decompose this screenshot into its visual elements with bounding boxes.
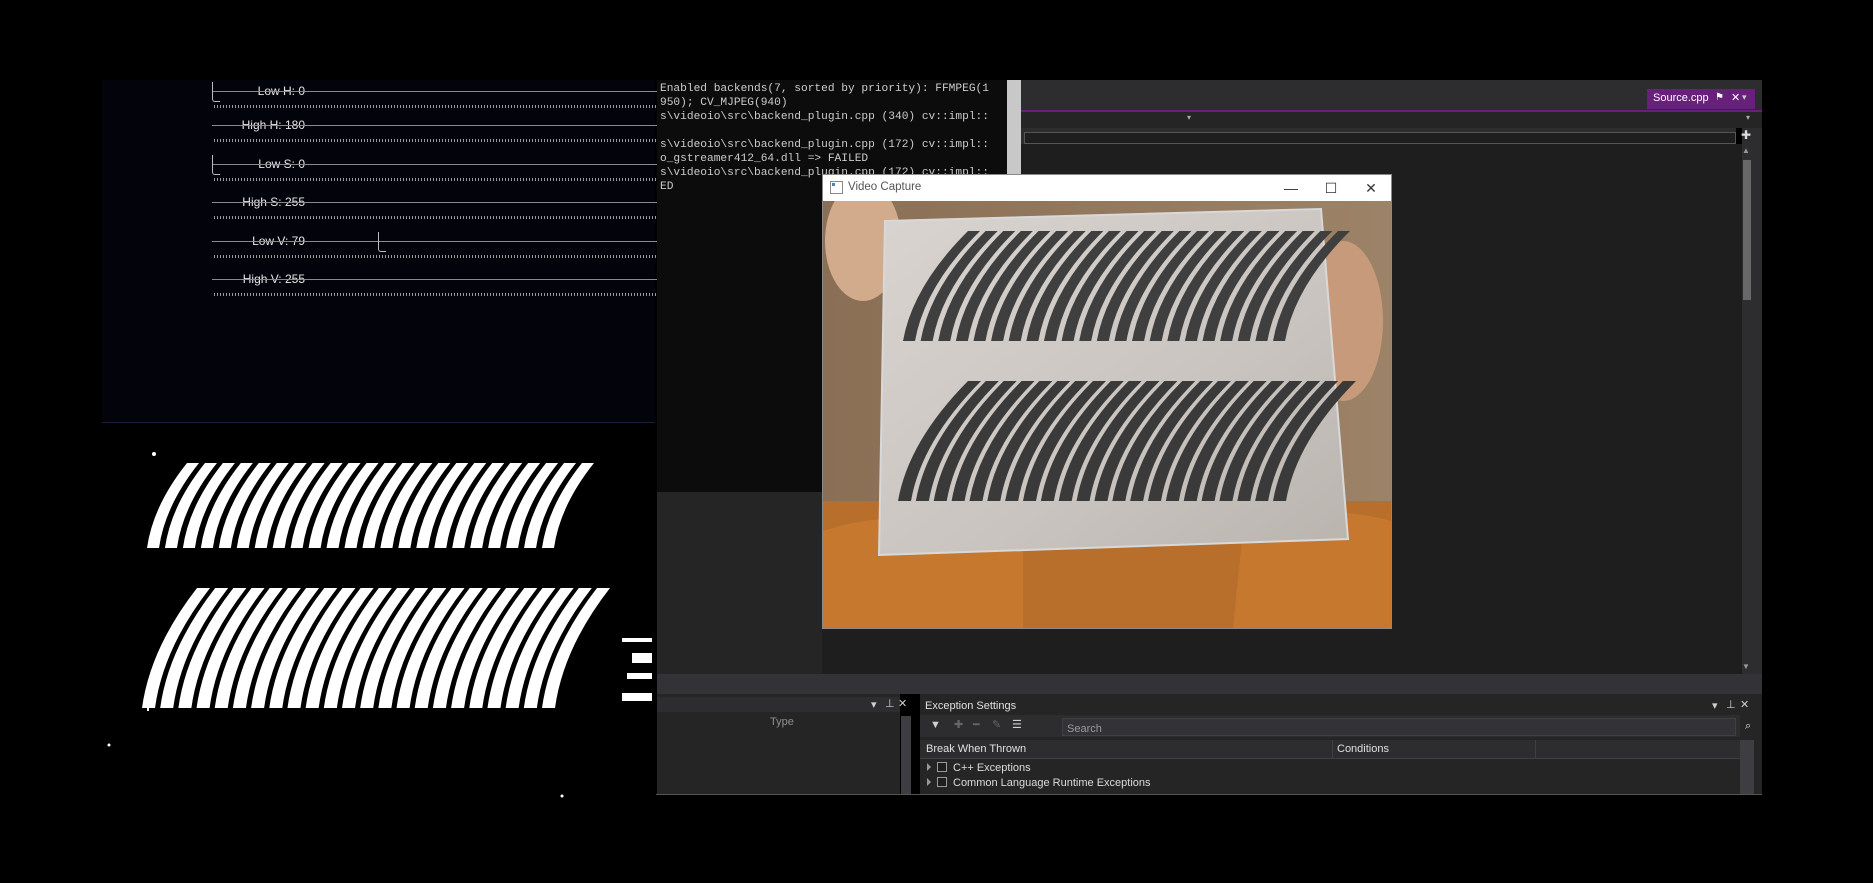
trackbar-high-s[interactable]: High S: 255 (102, 191, 750, 221)
remove-icon[interactable]: ━ (973, 718, 980, 731)
column-header-conditions[interactable]: Conditions (1337, 743, 1389, 755)
navigation-bar[interactable] (1021, 112, 1762, 128)
window-icon (830, 181, 843, 194)
checkbox[interactable] (937, 777, 947, 787)
search-icon[interactable]: ⌕ (1741, 718, 1751, 734)
nav-dropdown-icon[interactable]: ▾ (1746, 113, 1750, 122)
locals-scrollbar[interactable] (901, 716, 911, 794)
trackbar-high-v[interactable]: High V: 255 (102, 268, 750, 298)
close-icon[interactable]: ✕ (1731, 91, 1740, 104)
tab-source-cpp[interactable]: Source.cpp ⚑ ✕ (1647, 89, 1755, 109)
camera-image (823, 201, 1391, 628)
edit-icon[interactable]: ✎ (992, 718, 1001, 731)
trackbar-panel: Low H: 0 High H: 180 Low S: 0 High S: 25… (102, 80, 750, 423)
exception-column-headers: Break When Thrown Conditions (920, 740, 1740, 759)
window-title-bar[interactable]: Video Capture — ☐ ✕ (823, 175, 1391, 201)
nav-dropdown-icon[interactable]: ▾ (1187, 113, 1191, 122)
video-capture-window[interactable]: Video Capture — ☐ ✕ (822, 174, 1392, 629)
row-label: Common Language Runtime Exceptions (953, 777, 1151, 789)
window-bottom-border (656, 794, 1762, 795)
close-button[interactable]: ✕ (1351, 175, 1391, 201)
list-icon[interactable]: ☰ (1012, 718, 1022, 731)
trackbar-thumb[interactable] (212, 155, 220, 175)
window-title: Video Capture (848, 181, 922, 193)
trackbar-low-s[interactable]: Low S: 0 (102, 153, 750, 183)
minimize-button[interactable]: — (1271, 175, 1311, 201)
close-icon[interactable]: ✕ (898, 697, 907, 710)
editor-horizontal-scrollbar[interactable] (657, 674, 1762, 694)
close-icon[interactable]: ✕ (1740, 698, 1749, 711)
dropdown-icon[interactable]: ▾ (1712, 699, 1718, 712)
console-scrollbar[interactable] (1007, 80, 1021, 180)
scroll-up-icon[interactable]: ▲ (1742, 146, 1750, 155)
console-background (657, 492, 822, 674)
checkbox[interactable] (937, 762, 947, 772)
tab-label: Source.cpp (1653, 92, 1709, 104)
trackbar-thumb[interactable] (378, 232, 387, 252)
scroll-down-icon[interactable]: ▼ (1742, 662, 1750, 671)
trackbar-low-h[interactable]: Low H: 0 (102, 80, 750, 110)
threshold-mask-image (102, 423, 655, 803)
tab-overflow-icon[interactable]: ▾ (1742, 92, 1747, 103)
search-placeholder: Search (1067, 723, 1102, 735)
split-icon[interactable]: ✚ (1741, 128, 1751, 142)
expand-icon[interactable] (927, 763, 931, 771)
editor-ruler (1024, 132, 1736, 144)
locals-title-bar: ▾ ⊥ ✕ (657, 697, 907, 712)
mask-stripe (542, 463, 594, 548)
filter-icon[interactable]: ▼ (930, 719, 941, 731)
row-label: C++ Exceptions (953, 762, 1031, 774)
column-header-break-when-thrown[interactable]: Break When Thrown (926, 743, 1026, 755)
maximize-button[interactable]: ☐ (1311, 175, 1351, 201)
mask-stripes (107, 452, 652, 798)
exception-row-clr[interactable]: Common Language Runtime Exceptions (927, 777, 1151, 789)
scrollbar-thumb[interactable] (1743, 160, 1751, 300)
search-input[interactable]: Search ⌕ (1062, 718, 1751, 736)
pin-icon[interactable]: ⊥ (1726, 698, 1736, 711)
trackbar-high-h[interactable]: High H: 180 (102, 114, 750, 144)
column-header-type[interactable]: Type (770, 716, 794, 728)
dropdown-icon[interactable]: ▾ (871, 698, 877, 711)
exception-scrollbar[interactable] (1740, 740, 1754, 794)
panel-title: Exception Settings (925, 700, 1017, 712)
trackbar-thumb[interactable] (212, 82, 220, 102)
camera-frame (823, 201, 1391, 628)
add-icon[interactable]: ✚ (954, 718, 963, 731)
pin-icon[interactable]: ⚑ (1715, 92, 1724, 103)
trackbar-low-v[interactable]: Low V: 79 (102, 230, 750, 260)
pin-icon[interactable]: ⊥ (885, 697, 895, 710)
expand-icon[interactable] (927, 778, 931, 786)
exception-row-cpp[interactable]: C++ Exceptions (927, 762, 1031, 774)
